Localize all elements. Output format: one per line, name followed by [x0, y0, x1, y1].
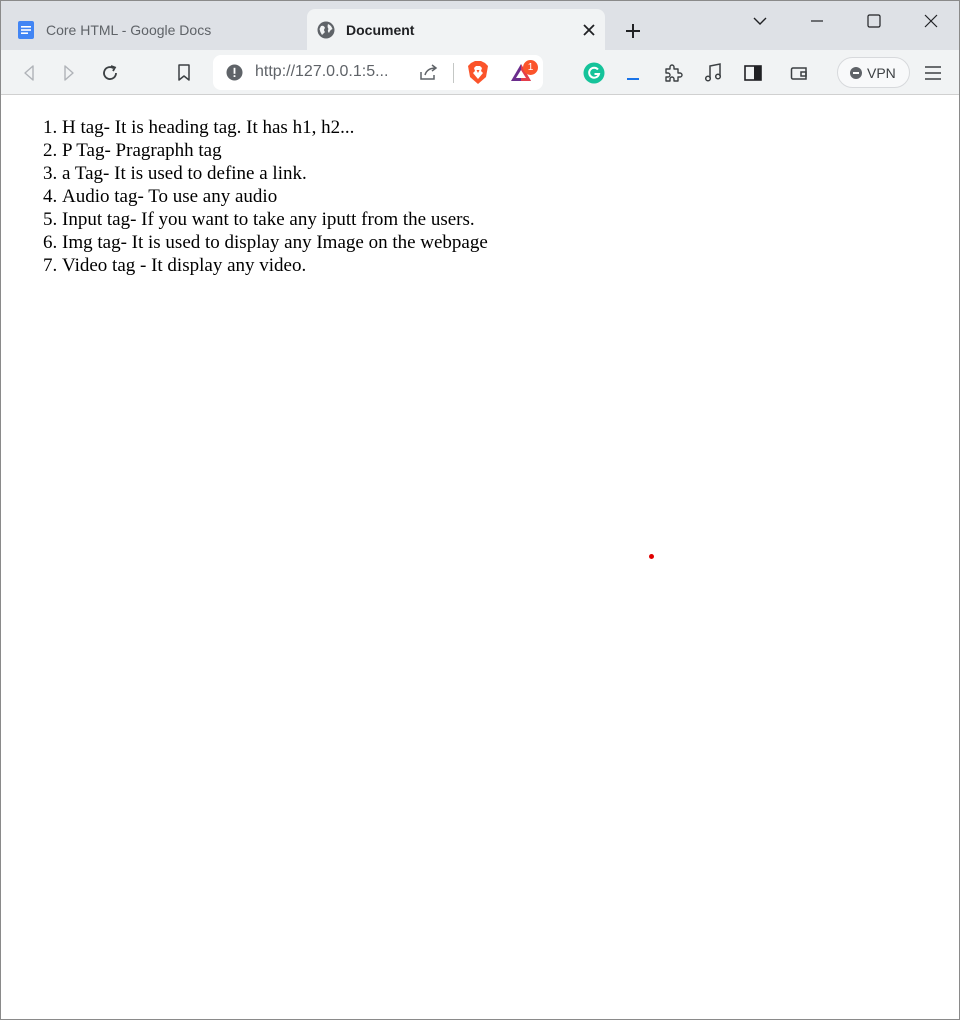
wallet-button[interactable] — [786, 59, 814, 87]
google-docs-icon — [17, 20, 35, 39]
tab-title: Core HTML - Google Docs — [46, 21, 212, 38]
browser-window: Core HTML - Google Docs Document http://… — [0, 0, 960, 1020]
forward-button[interactable] — [55, 59, 83, 87]
divider — [453, 63, 454, 83]
brave-shields-icon[interactable] — [467, 61, 489, 90]
bookmark-icon — [178, 64, 190, 81]
not-secure-icon[interactable] — [226, 64, 243, 86]
list-item: Audio tag- To use any audio — [62, 185, 488, 208]
vpn-label: VPN — [867, 64, 896, 81]
url-text: http://127.0.0.1:5... — [255, 63, 389, 80]
reload-button[interactable] — [96, 59, 124, 87]
music-note-icon — [704, 63, 722, 82]
forward-icon — [64, 65, 74, 81]
maximize-icon — [867, 14, 881, 28]
sidebar-icon — [744, 65, 762, 81]
back-icon — [24, 65, 34, 81]
list-item: H tag- It is heading tag. It has h1, h2.… — [62, 116, 488, 139]
puzzle-icon — [665, 64, 683, 82]
minimize-button[interactable] — [803, 7, 831, 35]
list-item: a Tag- It is used to define a link. — [62, 162, 488, 185]
wallet-icon — [790, 67, 807, 80]
close-window-button[interactable] — [917, 7, 945, 35]
maximize-button[interactable] — [860, 7, 888, 35]
rewards-badge: 1 — [523, 60, 538, 75]
chevron-down-icon — [753, 17, 767, 25]
extensions-button[interactable] — [659, 59, 687, 87]
address-bar[interactable]: http://127.0.0.1:5... 1 — [213, 55, 543, 90]
new-tab-button[interactable] — [619, 17, 647, 45]
grammarly-extension[interactable] — [580, 59, 608, 87]
tab-strip: Core HTML - Google Docs Document — [1, 1, 959, 50]
minimize-icon — [811, 20, 823, 22]
extension-underscore-button[interactable] — [619, 59, 647, 87]
tab-search-button[interactable] — [746, 7, 774, 35]
list-item: Img tag- It is used to display any Image… — [62, 231, 488, 254]
underscore-icon — [627, 78, 639, 80]
grammarly-icon — [583, 62, 605, 84]
tab-core-html-google-docs[interactable]: Core HTML - Google Docs — [9, 9, 305, 50]
sidebar-toggle-button[interactable] — [739, 59, 767, 87]
tab-document[interactable]: Document — [307, 9, 605, 50]
cursor-dot — [649, 554, 654, 559]
tab-title: Document — [346, 21, 415, 38]
menu-button[interactable] — [919, 59, 947, 87]
plus-icon — [626, 24, 640, 38]
list-item: P Tag- Pragraphh tag — [62, 139, 488, 162]
close-icon — [924, 14, 938, 28]
list-item: Video tag - It display any video. — [62, 254, 488, 277]
close-tab-button[interactable] — [577, 18, 601, 42]
list-item: Input tag- If you want to take any iputt… — [62, 208, 488, 231]
bookmark-button[interactable] — [170, 59, 198, 87]
vpn-off-icon — [850, 66, 862, 79]
back-button[interactable] — [15, 59, 43, 87]
close-icon — [583, 23, 595, 36]
reload-icon — [103, 65, 117, 80]
hamburger-menu-icon — [925, 66, 941, 80]
media-button[interactable] — [699, 59, 727, 87]
tag-list: H tag- It is heading tag. It has h1, h2.… — [41, 116, 488, 277]
page-content: H tag- It is heading tag. It has h1, h2.… — [1, 96, 959, 1019]
browser-toolbar: http://127.0.0.1:5... 1 VPN — [1, 50, 959, 95]
globe-icon — [317, 21, 335, 39]
share-icon[interactable] — [419, 64, 439, 86]
vpn-button[interactable]: VPN — [837, 57, 910, 88]
